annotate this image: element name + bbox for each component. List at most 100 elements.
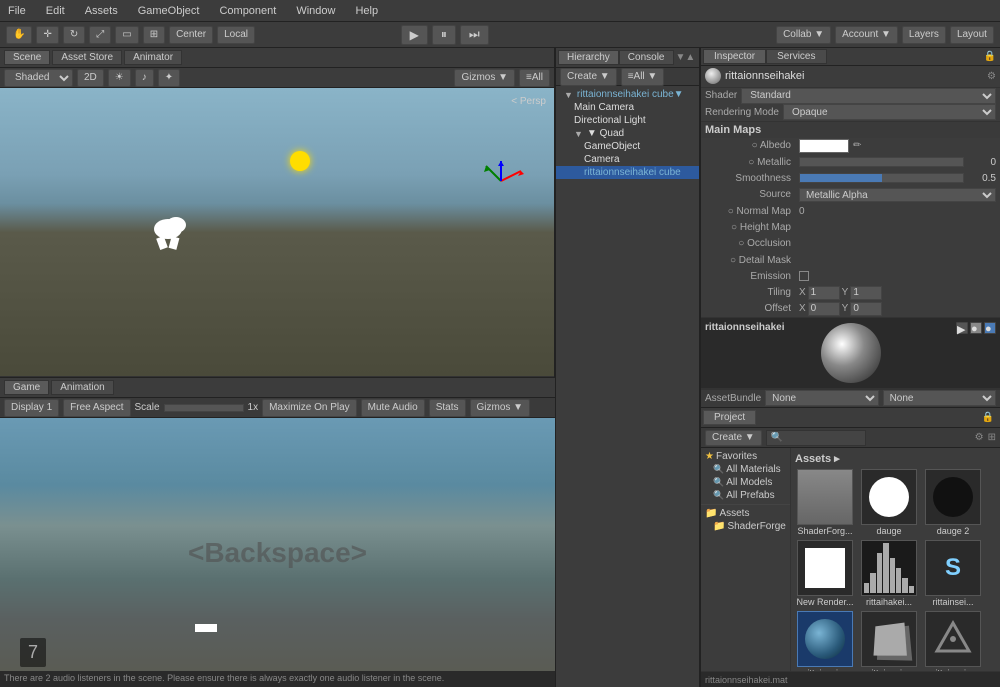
game-gizmos-btn[interactable]: Gizmos ▼ [470,399,531,417]
stats-btn[interactable]: Stats [429,399,466,417]
tab-inspector[interactable]: Inspector [703,49,766,64]
tiling-x-input[interactable] [808,286,840,300]
aspect-dropdown[interactable]: Free Aspect [63,399,130,417]
emission-toggle[interactable] [799,271,809,281]
preview-dot2[interactable]: ● [984,322,996,334]
menu-window[interactable]: Window [292,5,339,17]
search-icon-2: 🔍 [713,477,724,488]
collab-button[interactable]: Collab ▼ [776,26,831,44]
menu-edit[interactable]: Edit [42,5,69,17]
tab-hierarchy[interactable]: Hierarchy [558,50,619,65]
tab-game[interactable]: Game [4,380,49,395]
source-dropdown[interactable]: Metallic Alpha [799,188,996,202]
account-button[interactable]: Account ▼ [835,26,898,44]
asset-rittainsei3[interactable]: rittainsei... [859,611,919,671]
asset-rittainsei4[interactable]: rittainsei... [923,611,983,671]
2d-button[interactable]: 2D [77,69,104,87]
metallic-slider[interactable] [799,157,964,167]
center-button[interactable]: Center [169,26,213,44]
preview-dot1[interactable]: ● [970,322,982,334]
menu-assets[interactable]: Assets [81,5,122,17]
gizmos-button[interactable]: Gizmos ▼ [454,69,515,87]
shaded-dropdown[interactable]: Shaded [4,69,73,87]
tree-shader-forge[interactable]: 📁 ShaderForge [701,520,790,533]
scale-tool[interactable]: ⤢ [89,26,111,44]
hierarchy-item-root[interactable]: ▼ rittaionnseihakei cube▼ [556,88,699,101]
asset-dauge2[interactable]: dauge 2 [923,469,983,536]
scene-fx-btn[interactable]: ✦ [158,69,180,87]
asset-bundle-dropdown1[interactable]: None [765,390,878,406]
layout-button[interactable]: Layout [950,26,994,44]
albedo-pencil-icon[interactable]: ✏ [853,140,861,151]
project-search-input[interactable] [766,430,866,446]
move-tool[interactable]: ✛ [36,26,58,44]
menu-file[interactable]: File [4,5,30,17]
source-label: Source [705,189,795,200]
pause-button[interactable]: ⏸ [432,25,456,45]
play-button[interactable]: ▶ [401,25,428,45]
menu-help[interactable]: Help [351,5,382,17]
game-canvas[interactable]: <Backspace> 7 [0,418,555,687]
hierarchy-item-cube[interactable]: rittaionnseihakei cube [556,166,699,179]
tree-all-models[interactable]: 🔍 All Models [701,476,790,489]
hierarchy-create-btn[interactable]: Create ▼ [560,68,617,86]
hierarchy-item-directional-light[interactable]: Directional Light [556,114,699,127]
tab-project[interactable]: Project [703,410,756,425]
asset-rittainsei1[interactable]: S rittainsei... [923,540,983,607]
tab-animation[interactable]: Animation [51,380,113,395]
menu-gameobject[interactable]: GameObject [134,5,204,17]
all-button[interactable]: ≡All [519,69,550,87]
project-lock-icon[interactable]: 🔒 [978,412,998,423]
tree-favorites[interactable]: ★ Favorites [701,450,790,463]
smoothness-slider[interactable] [799,173,964,183]
tab-console[interactable]: Console [619,50,674,65]
shader-dropdown[interactable]: Standard [741,88,996,104]
tab-services[interactable]: Services [766,49,826,64]
tab-animator[interactable]: Animator [124,50,182,65]
multi-tool[interactable]: ⊞ [143,26,165,44]
maximize-on-play-btn[interactable]: Maximize On Play [262,399,357,417]
display-dropdown[interactable]: Display 1 [4,399,59,417]
hierarchy-collapse[interactable]: ▼▲ [674,52,698,63]
asset-rittaihakei[interactable]: rittaihakei... [859,540,919,607]
rotate-tool[interactable]: ↻ [63,26,85,44]
hierarchy-item-cam2[interactable]: Camera [556,153,699,166]
hierarchy-item-quad[interactable]: ▼ ▼ Quad [556,127,699,140]
tiling-y-input[interactable] [850,286,882,300]
tab-asset-store[interactable]: Asset Store [52,50,122,65]
hand-tool[interactable]: ✋ [6,26,32,44]
offset-x-input[interactable] [808,302,840,316]
asset-shader-forge[interactable]: ShaderForg... [795,469,855,536]
asset-rittainsei2[interactable]: rittainsei... [795,611,855,671]
hierarchy-all-btn[interactable]: ≡All ▼ [621,68,665,86]
albedo-color-swatch[interactable] [799,139,849,153]
scene-canvas[interactable]: < Persp ↖ [0,88,554,377]
tree-assets[interactable]: 📁 Assets [701,507,790,520]
scene-audio-btn[interactable]: ♪ [135,69,154,87]
tree-all-prefabs[interactable]: 🔍 All Prefabs [701,489,790,502]
rendering-mode-dropdown[interactable]: Opaque [783,104,996,120]
rect-tool[interactable]: ▭ [115,26,138,44]
hierarchy-item-main-camera[interactable]: Main Camera [556,101,699,114]
hierarchy-item-gameobject[interactable]: GameObject [556,140,699,153]
project-settings-icon[interactable]: ⚙ [975,432,984,443]
tab-scene[interactable]: Scene [4,50,50,65]
asset-dauge[interactable]: dauge [859,469,919,536]
global-button[interactable]: Local [217,26,255,44]
asset-new-render[interactable]: New Render... [795,540,855,607]
inspector-lock-icon[interactable]: 🔒 [982,51,998,62]
preview-play-btn[interactable]: ▶ [956,322,968,334]
hierarchy-toolbar: Create ▼ ≡All ▼ [556,68,699,86]
tree-all-materials[interactable]: 🔍 All Materials [701,463,790,476]
menu-component[interactable]: Component [215,5,280,17]
step-button[interactable]: ⏭ [460,25,489,45]
offset-y-input[interactable] [850,302,882,316]
mute-audio-btn[interactable]: Mute Audio [361,399,425,417]
layers-button[interactable]: Layers [902,26,946,44]
project-toggle-icon[interactable]: ⊞ [988,432,996,443]
project-create-btn[interactable]: Create ▼ [705,430,762,446]
scene-light-btn[interactable]: ☀ [108,69,131,87]
asset-bundle-dropdown2[interactable]: None [883,390,996,406]
scale-slider[interactable] [164,404,244,412]
inspector-more-icon[interactable]: ⚙ [987,71,996,82]
